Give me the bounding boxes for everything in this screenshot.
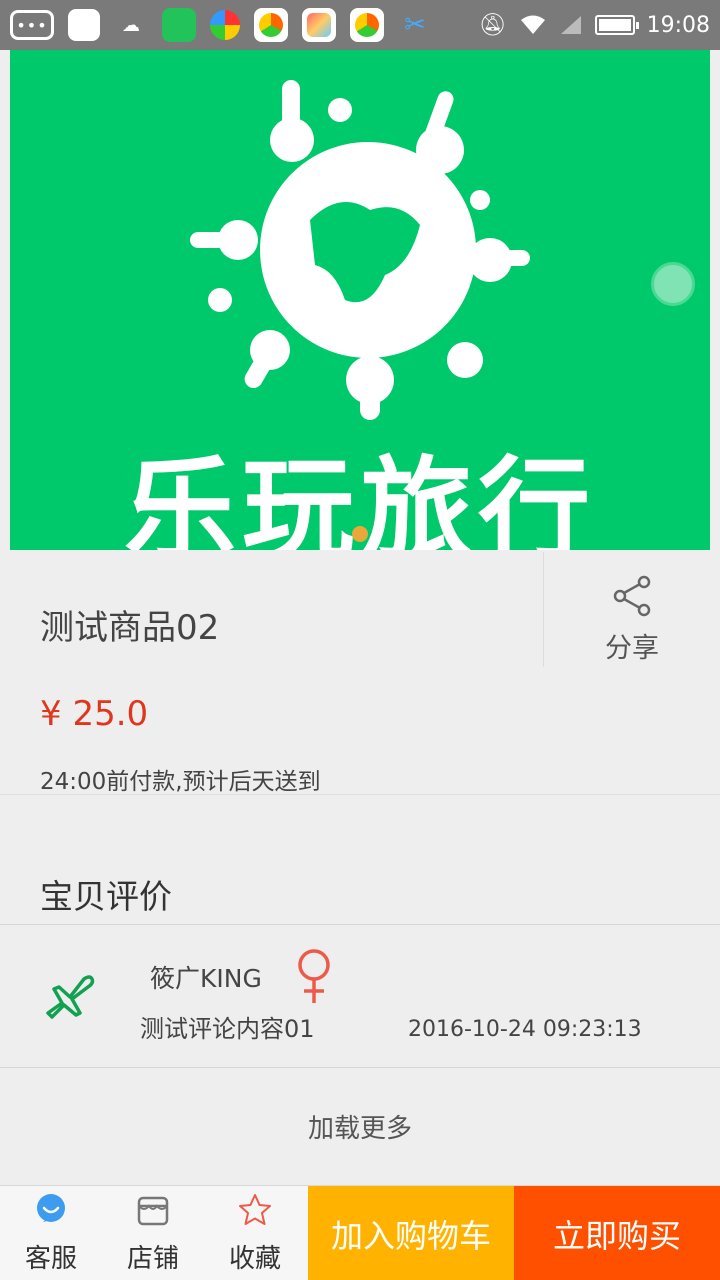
page-indicator-dot bbox=[352, 526, 368, 542]
tab-label: 店铺 bbox=[126, 1244, 179, 1274]
bottom-action-bar: 客服 店铺 收藏 加入购物车 立即购买 bbox=[0, 1185, 720, 1280]
store-icon bbox=[137, 1196, 169, 1226]
tab-label: 客服 bbox=[24, 1244, 77, 1274]
female-icon bbox=[298, 949, 330, 1003]
divider bbox=[0, 794, 720, 795]
status-bar: ••• ☁ ✂ 🔕︎ 19:08 bbox=[0, 0, 720, 50]
product-price: ¥ 25.0 bbox=[40, 694, 149, 734]
tab-store[interactable]: 店铺 bbox=[102, 1186, 204, 1280]
load-more-button[interactable]: 加载更多 bbox=[0, 1108, 720, 1145]
browser-icon bbox=[210, 10, 240, 40]
tab-customer-service[interactable]: 客服 bbox=[0, 1186, 102, 1280]
wifi-icon bbox=[520, 15, 545, 34]
clock: 19:08 bbox=[646, 12, 710, 38]
back-icon[interactable]: ••• bbox=[10, 10, 54, 40]
share-button[interactable]: 分享 bbox=[543, 552, 720, 667]
star-icon bbox=[239, 1194, 271, 1225]
share-label: 分享 bbox=[605, 633, 659, 664]
review-section-title: 宝贝评价 bbox=[40, 877, 172, 916]
signal-icon bbox=[560, 16, 581, 34]
add-to-cart-button[interactable]: 加入购物车 bbox=[308, 1186, 514, 1280]
home-icon bbox=[302, 8, 336, 42]
divider bbox=[0, 1067, 720, 1068]
tab-favorite[interactable]: 收藏 bbox=[204, 1186, 306, 1280]
customer-service-icon bbox=[37, 1194, 65, 1222]
plane-icon bbox=[46, 975, 95, 1019]
review-time: 2016-10-24 09:23:13 bbox=[408, 1017, 642, 1042]
review-content: 测试评论内容01 bbox=[140, 1015, 315, 1043]
buy-now-button[interactable]: 立即购买 bbox=[514, 1186, 720, 1280]
review-item: 筱广KING 测试评论内容01 2016-10-24 09:23:13 bbox=[0, 925, 720, 1067]
app-icon bbox=[68, 9, 100, 41]
game-icon bbox=[350, 8, 384, 42]
store-icon bbox=[162, 8, 196, 42]
weather-icon: ☁ bbox=[122, 14, 140, 36]
mute-icon: 🔕︎ bbox=[478, 12, 507, 38]
product-banner[interactable]: 乐玩旅行 bbox=[10, 50, 710, 550]
delivery-note: 24:00前付款,预计后天送到 bbox=[40, 769, 321, 795]
tab-label: 收藏 bbox=[228, 1244, 281, 1274]
floating-action-button[interactable] bbox=[651, 262, 695, 306]
reviewer-name: 筱广KING bbox=[150, 964, 262, 993]
battery-icon bbox=[594, 15, 639, 35]
product-header: 测试商品02 分享 bbox=[0, 552, 720, 667]
product-title: 测试商品02 bbox=[40, 608, 220, 648]
share-icon bbox=[613, 575, 651, 617]
game-icon bbox=[254, 8, 288, 42]
scissors-icon: ✂ bbox=[404, 10, 426, 40]
